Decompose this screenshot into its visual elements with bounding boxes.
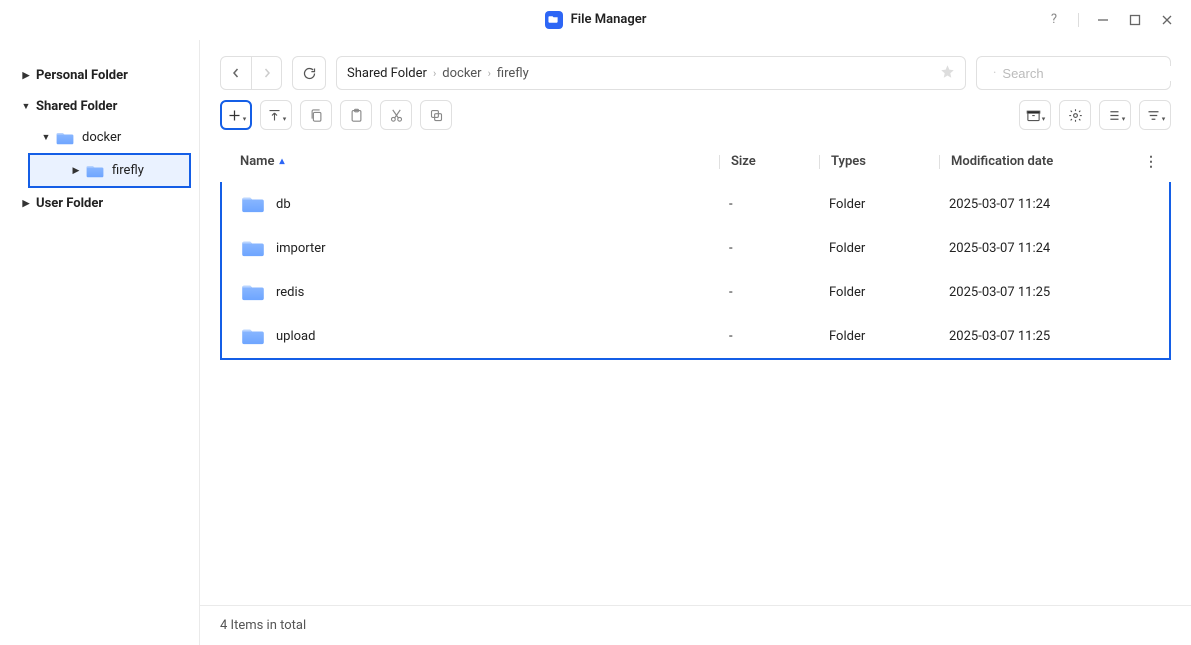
cell-type: Folder [829,329,949,344]
table-row[interactable]: upload -Folder2025-03-07 11:25 [222,314,1169,358]
sidebar-item-docker[interactable]: ▼ docker [20,122,199,153]
sidebar-personal-folder[interactable]: ▶ Personal Folder [0,60,199,91]
duplicate-button[interactable] [420,100,452,130]
column-size[interactable]: Size [731,154,831,169]
table-body: db-Folder2025-03-07 11:24importer-Folder… [220,182,1171,360]
column-modification[interactable]: Modification date [951,154,1131,169]
folder-icon [242,327,264,345]
chevron-right-icon: ▶ [20,199,32,209]
back-button[interactable] [221,57,251,89]
cell-type: Folder [829,285,949,300]
table-row[interactable]: redis -Folder2025-03-07 11:25 [222,270,1169,314]
cell-date: 2025-03-07 11:24 [949,241,1129,256]
upload-button[interactable]: ▾ [260,100,292,130]
sidebar-label: User Folder [36,196,103,211]
table-row[interactable]: db -Folder2025-03-07 11:24 [222,182,1169,226]
search-box[interactable]: · [976,56,1171,90]
column-label: Size [731,154,756,169]
sidebar: ▶ Personal Folder ▼ Shared Folder ▼ dock… [0,40,200,645]
cell-date: 2025-03-07 11:25 [949,285,1129,300]
chevron-right-icon: ▶ [70,166,82,176]
settings-button[interactable] [1059,100,1091,130]
cell-name: redis [242,283,729,301]
table-row[interactable]: importer -Folder2025-03-07 11:24 [222,226,1169,270]
breadcrumb-item[interactable]: firefly [497,66,529,81]
status-text: 4 Items in total [220,618,306,633]
sidebar-shared-folder[interactable]: ▼ Shared Folder [0,91,199,122]
folder-icon [56,131,74,145]
cell-type: Folder [829,241,949,256]
cell-name: importer [242,239,729,257]
cell-name: upload [242,327,729,345]
chevron-right-icon: ▶ [20,71,32,81]
content-area: Shared Folder › docker › firefly · ▾ ▾ [200,40,1191,645]
forward-button[interactable] [251,57,281,89]
titlebar-title: File Manager [545,11,647,29]
sort-ascending-icon: ▴ [279,156,284,167]
separator [1078,13,1079,27]
file-name: upload [276,329,315,344]
new-button[interactable]: ▾ [220,100,252,130]
window-controls: ? [1046,12,1175,28]
folder-icon [86,164,104,178]
chevron-down-icon: ▼ [40,132,52,143]
breadcrumb-item[interactable]: docker [442,66,481,81]
paste-button[interactable] [340,100,372,130]
cell-size: - [729,197,829,212]
breadcrumb-item[interactable]: Shared Folder [347,66,427,81]
file-list: Name ▴ Size Types Modification date ⋮ db… [200,142,1191,605]
copy-button[interactable] [300,100,332,130]
chevron-right-icon: › [433,67,436,80]
archive-button[interactable]: ▾ [1019,100,1051,130]
close-button[interactable] [1159,12,1175,28]
minimize-button[interactable] [1095,12,1111,28]
file-name: importer [276,241,326,256]
column-label: Modification date [951,154,1053,169]
chevron-down-icon: ▼ [20,101,32,112]
nav-back-forward [220,56,282,90]
search-input[interactable] [1002,66,1178,81]
cell-name: db [242,195,729,213]
status-bar: 4 Items in total [200,605,1191,645]
folder-icon [242,283,264,301]
cell-date: 2025-03-07 11:25 [949,329,1129,344]
list-view-button[interactable]: ▾ [1099,100,1131,130]
sort-button[interactable]: ▾ [1139,100,1171,130]
cell-type: Folder [829,197,949,212]
sidebar-user-folder[interactable]: ▶ User Folder [0,188,199,219]
toolbar-actions: ▾ ▾ ▾ ▾ [200,100,1191,142]
sidebar-label: docker [82,130,121,145]
app-icon [545,11,563,29]
table-header: Name ▴ Size Types Modification date ⋮ [220,142,1171,182]
cell-size: - [729,285,829,300]
maximize-button[interactable] [1127,12,1143,28]
favorite-star-icon[interactable] [940,64,955,83]
folder-icon [242,239,264,257]
sidebar-label: firefly [112,163,144,178]
cell-size: - [729,329,829,344]
separator-dot: · [993,66,996,81]
titlebar: File Manager ? [0,0,1191,40]
column-name[interactable]: Name ▴ [240,154,731,169]
column-types[interactable]: Types [831,154,951,169]
cell-size: - [729,241,829,256]
help-button[interactable]: ? [1046,12,1062,28]
toolbar-navigation: Shared Folder › docker › firefly · [200,40,1191,100]
breadcrumb: Shared Folder › docker › firefly [336,56,966,90]
cut-button[interactable] [380,100,412,130]
sidebar-label: Personal Folder [36,68,128,83]
sidebar-item-firefly-selected[interactable]: ▶ firefly [28,153,191,188]
folder-icon [242,195,264,213]
column-label: Types [831,154,866,169]
file-name: db [276,197,291,212]
file-name: redis [276,285,304,300]
column-options-button[interactable]: ⋮ [1131,154,1171,170]
sidebar-label: Shared Folder [36,99,117,114]
column-label: Name [240,154,274,169]
chevron-right-icon: › [488,67,491,80]
cell-date: 2025-03-07 11:24 [949,197,1129,212]
refresh-button[interactable] [292,56,326,90]
app-title: File Manager [571,12,647,27]
